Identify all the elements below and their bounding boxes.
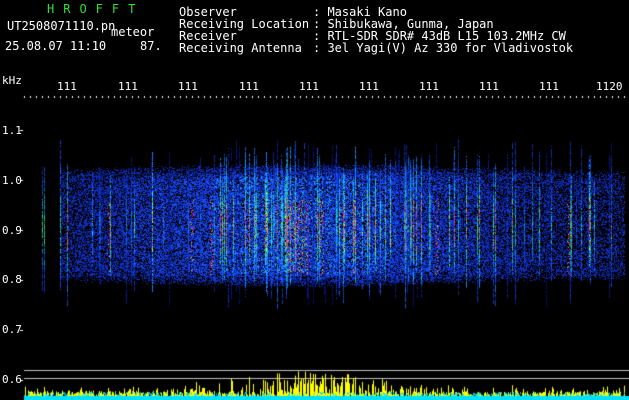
time-tick: 111 xyxy=(299,80,319,93)
freq-tick: 1.1 xyxy=(2,124,22,137)
info-value-antenna: : 3el Yagi(V) Az 330 for Vladivostok xyxy=(313,41,574,55)
time-tick: 111 xyxy=(479,80,499,93)
info-label-antenna: Receiving Antenna xyxy=(179,41,302,55)
app-title: HROFFT xyxy=(47,2,145,16)
time-tick: 111 xyxy=(178,80,198,93)
freq-tick: 0.6 xyxy=(2,373,22,386)
time-tick: 111 xyxy=(359,80,379,93)
mode-label: meteor xyxy=(111,25,155,39)
hrofft-screen: HROFFT UT2508071110.pn meteor 25.08.07 1… xyxy=(0,0,629,400)
file-name: UT2508071110.pn xyxy=(7,19,116,33)
time-tick: 1120 xyxy=(596,80,623,93)
freq-tick: 0.7 xyxy=(2,323,22,336)
freq-tick: 1.0 xyxy=(2,174,22,187)
time-tick: 111 xyxy=(57,80,77,93)
freq-unit-label: kHz xyxy=(2,74,22,87)
time-tick: 111 xyxy=(419,80,439,93)
datetime-label: 25.08.07 11:10 xyxy=(5,39,107,53)
freq-tick: 0.9 xyxy=(2,224,22,237)
time-tick: 111 xyxy=(239,80,259,93)
count-label: 87. xyxy=(140,39,162,53)
freq-tick: 0.8 xyxy=(2,273,22,286)
spectrogram-canvas xyxy=(0,0,629,400)
time-tick: 111 xyxy=(539,80,559,93)
time-tick: 111 xyxy=(118,80,138,93)
